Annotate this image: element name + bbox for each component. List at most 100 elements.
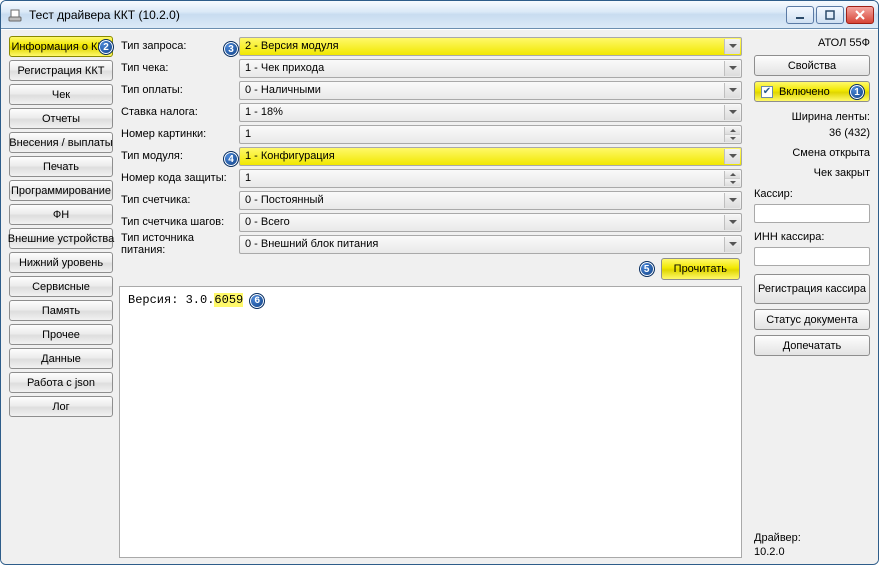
check-status: Чек закрыт: [754, 166, 870, 180]
app-icon: [7, 7, 23, 23]
form-label: Тип модуля:4: [119, 150, 235, 162]
enabled-label: Включено: [779, 86, 830, 98]
select-input[interactable]: 1 - Конфигурация: [239, 147, 742, 166]
select-input[interactable]: 0 - Внешний блок питания: [239, 235, 742, 254]
finish-print-button[interactable]: Допечатать: [754, 335, 870, 356]
form-label: Тип оплаты:: [119, 84, 235, 96]
spin-up-icon[interactable]: [725, 127, 740, 135]
cashier-input[interactable]: [754, 204, 870, 223]
field-value: 1 - Конфигурация: [245, 150, 335, 162]
field-value: 1 - 18%: [245, 106, 283, 118]
callout-5: 5: [639, 261, 655, 277]
field-value: 2 - Версия модуля: [245, 40, 339, 52]
spin-input[interactable]: 1: [239, 169, 742, 188]
sidebar-item-9[interactable]: Нижний уровень: [9, 252, 113, 273]
chevron-down-icon[interactable]: [724, 237, 740, 252]
form-label: Номер картинки:: [119, 128, 235, 140]
sidebar-item-5[interactable]: Печать: [9, 156, 113, 177]
maximize-button[interactable]: [816, 6, 844, 24]
select-input[interactable]: 1 - 18%: [239, 103, 742, 122]
cashier-inn-input[interactable]: [754, 247, 870, 266]
form-label: Ставка налога:: [119, 106, 235, 118]
cashier-label: Кассир:: [754, 188, 870, 200]
sidebar-item-12[interactable]: Прочее: [9, 324, 113, 345]
sidebar-item-0[interactable]: Информация о ККТ2: [9, 36, 113, 57]
properties-button[interactable]: Свойства: [754, 55, 870, 76]
spin-input[interactable]: 1: [239, 125, 742, 144]
minimize-button[interactable]: [786, 6, 814, 24]
parameters-form: Тип запроса:3 2 - Версия модуля Тип чека: 1…: [119, 36, 742, 254]
form-row-2: Тип оплаты: 0 - Наличными: [119, 80, 742, 100]
sidebar-item-14[interactable]: Работа с json: [9, 372, 113, 393]
select-input[interactable]: 0 - Наличными: [239, 81, 742, 100]
chevron-down-icon[interactable]: [724, 193, 740, 208]
sidebar-item-1[interactable]: Регистрация ККТ: [9, 60, 113, 81]
form-label: Тип счетчика:: [119, 194, 235, 206]
spin-down-icon[interactable]: [725, 179, 740, 186]
check-icon: ✔: [761, 86, 773, 98]
sidebar-item-15[interactable]: Лог: [9, 396, 113, 417]
app-window: Тест драйвера ККТ (10.2.0) Информация о …: [0, 0, 879, 565]
chevron-down-icon[interactable]: [724, 215, 740, 230]
cashier-inn-label: ИНН кассира:: [754, 231, 870, 243]
spin-buttons: [724, 171, 740, 186]
sidebar-right: АТОЛ 55Ф Свойства ✔ Включено 1 Ширина ле…: [748, 30, 878, 564]
chevron-down-icon[interactable]: [724, 39, 740, 54]
output-text-highlight: 6059: [214, 293, 243, 307]
field-value: 1: [245, 172, 251, 184]
spin-buttons: [724, 127, 740, 142]
sidebar-item-2[interactable]: Чек: [9, 84, 113, 105]
form-row-3: Ставка налога: 1 - 18%: [119, 102, 742, 122]
field-value: 0 - Постоянный: [245, 194, 324, 206]
chevron-down-icon[interactable]: [724, 105, 740, 120]
callout-3: 3: [223, 41, 239, 57]
select-input[interactable]: 0 - Постоянный: [239, 191, 742, 210]
sidebar-item-11[interactable]: Память: [9, 300, 113, 321]
select-input[interactable]: 2 - Версия модуля: [239, 37, 742, 56]
field-value: 0 - Всего: [245, 216, 290, 228]
close-button[interactable]: [846, 6, 874, 24]
read-button[interactable]: Прочитать: [661, 258, 740, 280]
form-row-0: Тип запроса:3 2 - Версия модуля: [119, 36, 742, 56]
callout-4: 4: [223, 151, 239, 167]
enabled-checkbox[interactable]: ✔ Включено 1: [754, 81, 870, 102]
form-row-6: Номер кода защиты: 1: [119, 168, 742, 188]
chevron-down-icon[interactable]: [724, 83, 740, 98]
select-input[interactable]: 1 - Чек прихода: [239, 59, 742, 78]
sidebar-item-7[interactable]: ФН: [9, 204, 113, 225]
form-row-7: Тип счетчика: 0 - Постоянный: [119, 190, 742, 210]
spin-up-icon[interactable]: [725, 171, 740, 179]
field-value: 1: [245, 128, 251, 140]
document-status-button[interactable]: Статус документа: [754, 309, 870, 330]
select-input[interactable]: 0 - Всего: [239, 213, 742, 232]
register-cashier-button[interactable]: Регистрация кассира: [754, 274, 870, 304]
callout-2: 2: [98, 39, 114, 55]
spin-down-icon[interactable]: [725, 135, 740, 142]
window-buttons: [786, 6, 874, 24]
sidebar-item-4[interactable]: Внесения / выплаты: [9, 132, 113, 153]
chevron-down-icon[interactable]: [724, 61, 740, 76]
form-row-9: Тип источника питания:0 - Внешний блок п…: [119, 234, 742, 254]
sidebar-left: Информация о ККТ2 Регистрация ККТ Чек Отчет…: [1, 30, 119, 564]
form-label: Тип запроса:3: [119, 40, 235, 52]
sidebar-item-3[interactable]: Отчеты: [9, 108, 113, 129]
tape-width-value: 36 (432): [754, 126, 870, 140]
form-row-5: Тип модуля:4 1 - Конфигурация: [119, 146, 742, 166]
form-row-1: Тип чека: 1 - Чек прихода: [119, 58, 742, 78]
titlebar: Тест драйвера ККТ (10.2.0): [1, 1, 878, 29]
field-value: 0 - Внешний блок питания: [245, 238, 378, 250]
sidebar-item-10[interactable]: Сервисные: [9, 276, 113, 297]
form-label: Номер кода защиты:: [119, 172, 235, 184]
tape-width-label: Ширина ленты:: [754, 110, 870, 124]
driver-version: 10.2.0: [754, 546, 870, 558]
sidebar-item-13[interactable]: Данные: [9, 348, 113, 369]
output-text-prefix: Версия: 3.0.: [128, 293, 214, 307]
form-label: Тип чека:: [119, 62, 235, 74]
field-value: 1 - Чек прихода: [245, 62, 324, 74]
callout-1: 1: [849, 84, 865, 100]
window-title: Тест драйвера ККТ (10.2.0): [29, 8, 786, 22]
sidebar-item-6[interactable]: Программирование: [9, 180, 113, 201]
output-textarea[interactable]: Версия: 3.0.6059 6: [119, 286, 742, 558]
sidebar-item-8[interactable]: Внешние устройства: [9, 228, 113, 249]
chevron-down-icon[interactable]: [724, 149, 740, 164]
